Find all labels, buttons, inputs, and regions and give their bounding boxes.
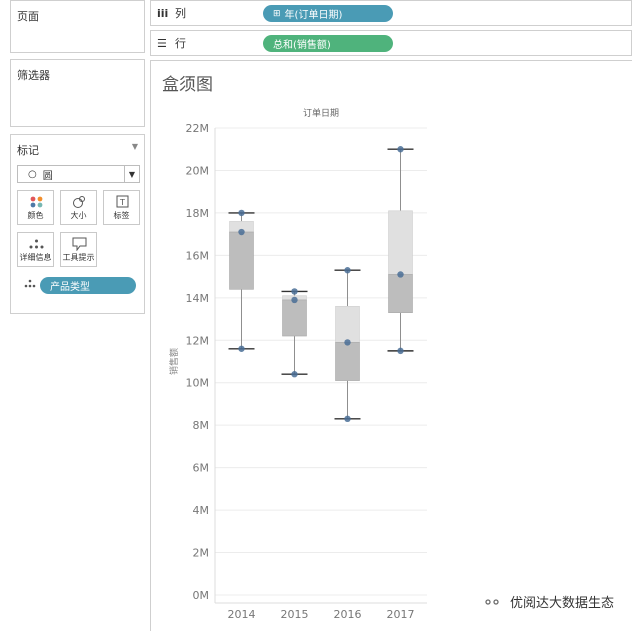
pages-panel[interactable]: 页面	[10, 0, 145, 53]
top-header-label: 订单日期	[303, 107, 339, 119]
color-icon	[30, 196, 43, 208]
mark-card-label-card[interactable]: T 标签	[103, 190, 140, 225]
detail-field-pill[interactable]: 产品类型	[40, 277, 136, 294]
columns-icon: iii	[157, 6, 169, 20]
pages-title: 页面	[17, 10, 39, 23]
y-tick-label: 14M	[186, 292, 210, 305]
detail-icon	[29, 239, 44, 249]
data-point	[397, 146, 404, 153]
rows-icon: ☰	[157, 36, 167, 50]
mark-card-label: 工具提示	[62, 253, 95, 262]
box-lower	[388, 274, 413, 313]
watermark: 优阅达大数据生态	[482, 592, 614, 611]
columns-label: 列	[175, 7, 186, 20]
mark-card-detail[interactable]: 详细信息	[17, 232, 54, 267]
data-point	[291, 296, 298, 304]
circle-icon: ○	[28, 168, 37, 180]
box-plot-chart: 订单日期 0M 2M 4M 6M 8M 10M 12M 14M 16M 18M 20M 22M 销售额 20…	[168, 107, 427, 620]
y-tick-label: 18M	[186, 207, 210, 220]
mark-card-color[interactable]: 颜色	[17, 190, 54, 225]
detail-field-icon	[24, 279, 36, 288]
data-point	[344, 339, 351, 346]
filters-panel[interactable]: 筛选器	[10, 59, 145, 127]
label-icon: T	[116, 195, 129, 208]
y-tick-label: 16M	[186, 249, 210, 262]
mark-card-label: 详细信息	[19, 253, 52, 262]
y-axis-label: 销售额	[168, 348, 180, 375]
data-point	[344, 267, 351, 274]
x-tick-label: 2016	[334, 608, 362, 620]
box-lower	[335, 342, 360, 381]
box-lower	[229, 231, 254, 290]
watermark-text: 优阅达大数据生态	[509, 596, 614, 611]
y-tick-label: 12M	[186, 334, 210, 347]
mark-type-value: 圆	[42, 170, 53, 182]
x-tick-label: 2017	[387, 608, 415, 620]
size-icon	[73, 196, 85, 208]
data-point	[397, 271, 404, 278]
y-tick-label: 22M	[186, 122, 210, 135]
marks-title: 标记	[17, 144, 39, 157]
filters-title: 筛选器	[17, 69, 50, 82]
y-tick-label: 8M	[193, 419, 210, 432]
chevron-down-icon[interactable]: ▼	[124, 166, 139, 182]
rows-label: 行	[175, 37, 186, 50]
marks-panel: 标记 ▼ ○ 圆 ▼ 颜色 大小 T 标签 详细信息 工具提示 产品类型	[10, 134, 145, 314]
mark-card-label: 大小	[70, 211, 87, 220]
box-upper	[335, 306, 360, 343]
data-point	[397, 347, 404, 355]
data-point	[238, 209, 245, 217]
mark-card-size[interactable]: 大小	[60, 190, 97, 225]
wechat-icon	[485, 598, 499, 605]
rows-shelf: ☰ 行 总和(销售额)	[150, 30, 632, 56]
y-tick-label: 20M	[186, 164, 210, 177]
data-point	[344, 415, 351, 423]
svg-text:T: T	[119, 198, 125, 207]
y-tick-label: 4M	[193, 504, 210, 517]
box-upper	[388, 210, 413, 275]
tooltip-icon	[72, 237, 87, 251]
columns-pill[interactable]: ⊞ 年(订单日期)	[263, 5, 393, 22]
columns-pill-label: 年(订单日期)	[284, 10, 343, 21]
mark-card-label: 颜色	[27, 211, 44, 220]
data-point	[291, 288, 298, 295]
x-tick-label: 2015	[281, 608, 309, 620]
rows-pill[interactable]: 总和(销售额)	[263, 35, 393, 52]
mark-type-select[interactable]: ○ 圆 ▼	[17, 165, 140, 183]
y-tick-label: 10M	[186, 377, 210, 390]
columns-shelf: iii 列 ⊞ 年(订单日期)	[150, 0, 632, 26]
data-point	[291, 371, 298, 378]
box-lower	[282, 299, 307, 337]
y-tick-label: 0M	[193, 589, 210, 602]
data-point	[238, 228, 245, 236]
y-tick-label: 2M	[193, 547, 210, 560]
mark-card-label: 标签	[113, 211, 130, 220]
expand-plus-icon[interactable]: ⊞	[273, 9, 281, 19]
mark-card-tooltip[interactable]: 工具提示	[60, 232, 97, 267]
data-point	[238, 345, 245, 352]
y-tick-label: 6M	[193, 462, 210, 475]
x-tick-label: 2014	[228, 608, 256, 620]
marks-menu-icon[interactable]: ▼	[132, 142, 138, 151]
